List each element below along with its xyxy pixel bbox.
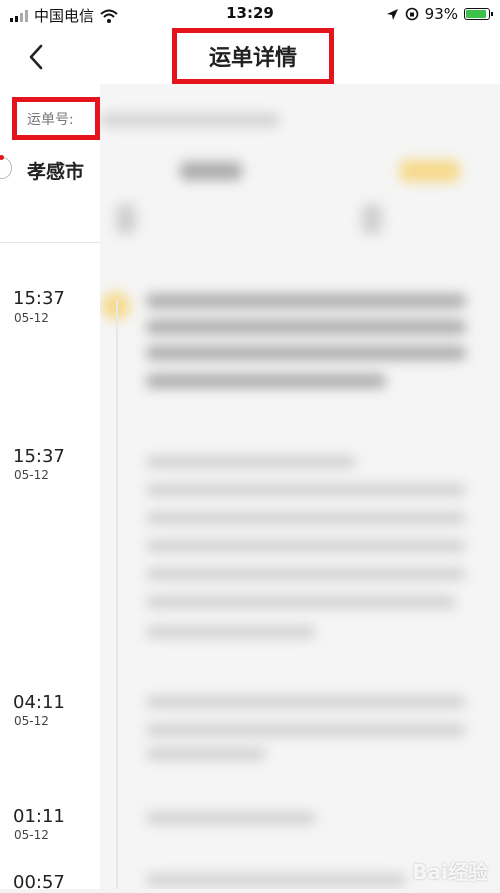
battery-icon [464, 8, 493, 20]
timeline-date: 05-12 [14, 714, 49, 728]
left-column [0, 84, 100, 889]
timeline-time: 04:11 [13, 692, 65, 713]
timeline-date: 05-12 [14, 828, 49, 842]
timeline-date: 05-12 [14, 468, 49, 482]
location-icon [386, 8, 398, 20]
origin-city: 孝感市 [27, 161, 85, 183]
back-button[interactable] [20, 40, 54, 74]
baidu-jingyan-watermark: Bai经验 [412, 856, 488, 885]
divider [0, 242, 100, 243]
timeline-time: 00:57 [13, 872, 65, 893]
nav-bar: 运单详情 [0, 28, 500, 84]
battery-fill [466, 10, 486, 18]
battery-percent: 93% [424, 5, 458, 23]
blur-layer [100, 84, 500, 889]
timeline-time: 15:37 [13, 288, 65, 309]
timeline-time: 01:11 [13, 806, 65, 827]
watermark-text: Bai经验 [412, 860, 488, 884]
page-title: 运单详情 [172, 28, 334, 84]
blurred-content [100, 84, 500, 889]
status-bar: 中国电信 13:29 93% [0, 0, 500, 28]
timeline-time: 15:37 [13, 446, 65, 467]
timeline-date: 05-12 [14, 311, 49, 325]
status-right: 93% [386, 5, 493, 23]
chevron-left-icon [29, 44, 43, 70]
waybill-number-label: 运单号: [12, 97, 100, 140]
timeline-line [116, 300, 118, 889]
rotation-lock-icon [405, 7, 418, 21]
